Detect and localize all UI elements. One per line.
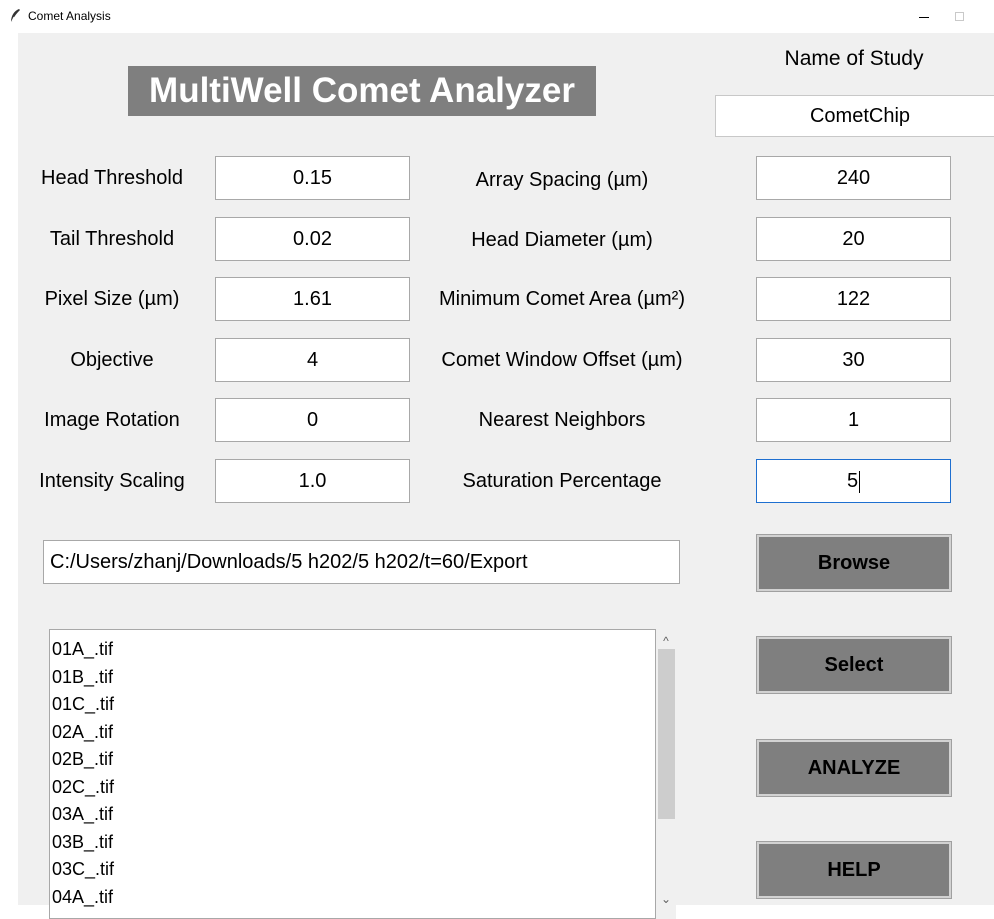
minimize-icon[interactable] xyxy=(902,0,948,33)
pixel-size-input[interactable]: 1.61 xyxy=(215,277,410,321)
objective-label: Objective xyxy=(70,349,154,371)
analyze-button[interactable]: ANALYZE xyxy=(756,739,952,797)
intensity-scaling-label: Intensity Scaling xyxy=(39,470,185,492)
maximize-icon[interactable] xyxy=(948,0,994,33)
window-titlebar xyxy=(0,0,994,33)
text-caret xyxy=(859,470,861,493)
nearest-neighbors-label: Nearest Neighbors xyxy=(478,409,646,431)
list-item[interactable]: 02B_.tif xyxy=(52,746,655,774)
study-name-input[interactable]: CometChip xyxy=(715,95,994,137)
browse-button[interactable]: Browse xyxy=(756,534,952,592)
scroll-up-arrow-icon[interactable]: ^ xyxy=(656,629,676,649)
help-button[interactable]: HELP xyxy=(756,841,952,899)
list-item[interactable]: 03C_.tif xyxy=(52,856,655,884)
image-rotation-label: Image Rotation xyxy=(44,409,180,431)
saturation-percentage-input[interactable]: 5 xyxy=(756,459,951,503)
pixel-size-label: Pixel Size (µm) xyxy=(44,288,180,310)
list-item[interactable]: 01B_.tif xyxy=(52,664,655,692)
comet-window-offset-input[interactable]: 30 xyxy=(756,338,951,382)
array-spacing-label: Array Spacing (µm) xyxy=(475,169,649,191)
image-rotation-input[interactable]: 0 xyxy=(215,398,410,442)
comet-window-offset-label: Comet Window Offset (µm) xyxy=(441,349,683,371)
select-button[interactable]: Select xyxy=(756,636,952,694)
minimum-comet-area-input[interactable]: 122 xyxy=(756,277,951,321)
minimum-comet-area-label: Minimum Comet Area (µm²) xyxy=(439,288,685,310)
head-diameter-label: Head Diameter (µm) xyxy=(471,229,653,251)
saturation-percentage-value: 5 xyxy=(846,470,859,492)
file-list-scrollbar[interactable]: ^ ⌄ xyxy=(656,629,676,919)
list-item[interactable]: 01A_.tif xyxy=(52,636,655,664)
feather-icon xyxy=(10,9,20,24)
scroll-down-arrow-icon[interactable]: ⌄ xyxy=(656,891,676,911)
tail-threshold-label: Tail Threshold xyxy=(49,228,175,250)
app-title: MultiWell Comet Analyzer xyxy=(128,66,596,116)
nearest-neighbors-input[interactable]: 1 xyxy=(756,398,951,442)
intensity-scaling-input[interactable]: 1.0 xyxy=(215,459,410,503)
window-title: Comet Analysis xyxy=(28,9,111,23)
array-spacing-input[interactable]: 240 xyxy=(756,156,951,200)
file-listbox[interactable]: 01A_.tif 01B_.tif 01C_.tif 02A_.tif 02B_… xyxy=(49,629,656,919)
head-diameter-input[interactable]: 20 xyxy=(756,217,951,261)
scroll-thumb[interactable] xyxy=(658,649,675,819)
tail-threshold-input[interactable]: 0.02 xyxy=(215,217,410,261)
list-item[interactable]: 02C_.tif xyxy=(52,774,655,802)
list-item[interactable]: 03A_.tif xyxy=(52,801,655,829)
study-name-label: Name of Study xyxy=(784,47,924,70)
saturation-percentage-label: Saturation Percentage xyxy=(462,470,662,492)
list-item[interactable]: 03B_.tif xyxy=(52,829,655,857)
head-threshold-label: Head Threshold xyxy=(41,167,183,189)
list-item[interactable]: 04A_.tif xyxy=(52,884,655,912)
list-item[interactable]: 01C_.tif xyxy=(52,691,655,719)
list-item[interactable]: 02A_.tif xyxy=(52,719,655,747)
folder-path-input[interactable]: C:/Users/zhanj/Downloads/5 h202/5 h202/t… xyxy=(43,540,680,584)
objective-input[interactable]: 4 xyxy=(215,338,410,382)
head-threshold-input[interactable]: 0.15 xyxy=(215,156,410,200)
